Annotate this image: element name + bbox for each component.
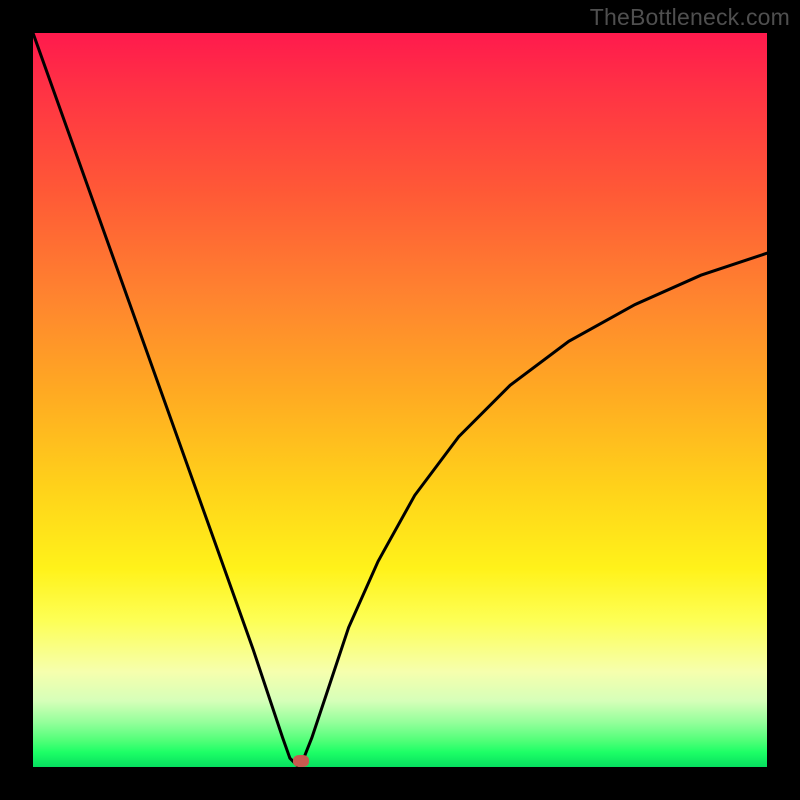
minimum-marker bbox=[293, 755, 309, 767]
watermark-label: TheBottleneck.com bbox=[590, 4, 790, 31]
curve-left-branch bbox=[33, 33, 297, 766]
plot-area bbox=[33, 33, 767, 767]
curve-right-branch bbox=[297, 253, 767, 765]
curve-svg bbox=[33, 33, 767, 767]
chart-viewport: TheBottleneck.com bbox=[0, 0, 800, 800]
